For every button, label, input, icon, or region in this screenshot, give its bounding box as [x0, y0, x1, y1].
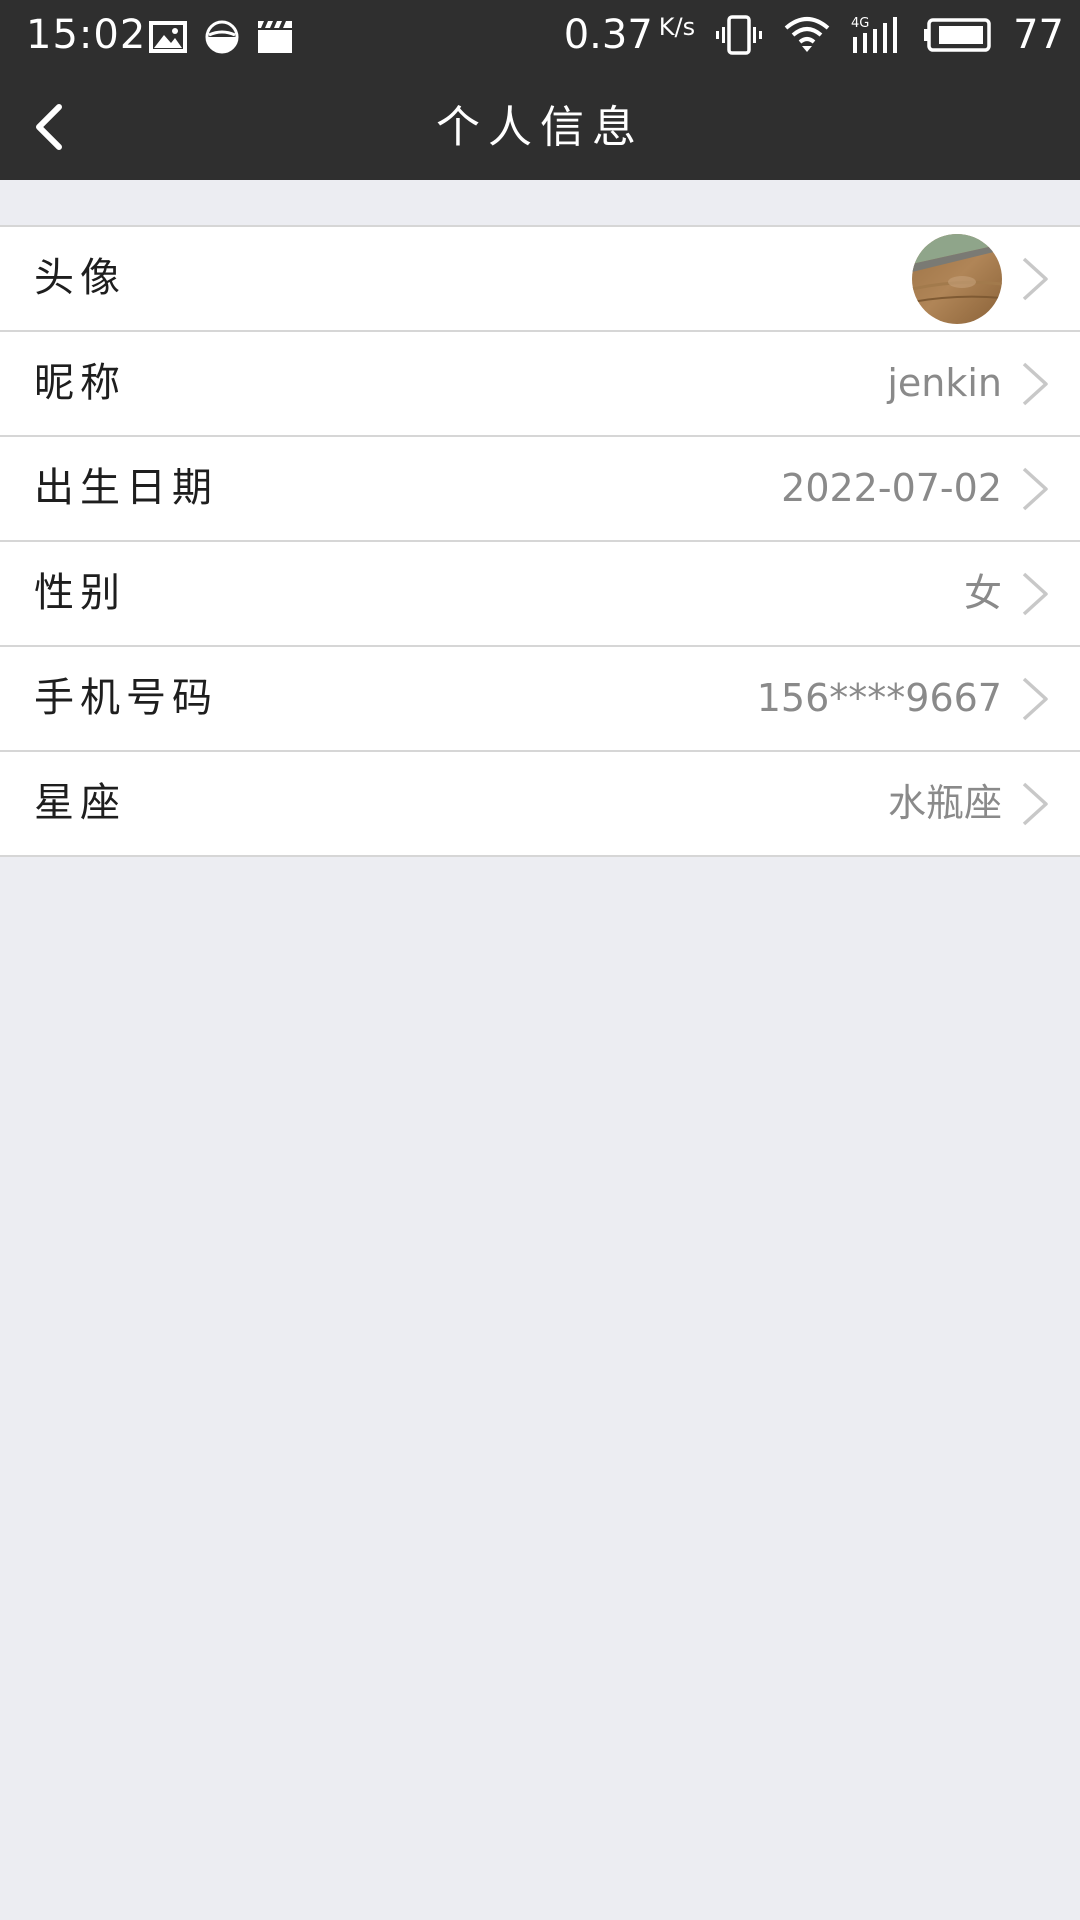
clapperboard-icon	[256, 20, 294, 54]
phone-row[interactable]: 手机号码 156****9667	[0, 647, 1080, 752]
vibrate-icon	[715, 15, 763, 55]
chevron-right-icon	[1020, 257, 1050, 301]
gender-row[interactable]: 性别 女	[0, 542, 1080, 647]
title-bar: 个人信息	[0, 72, 1080, 180]
chevron-right-icon	[1020, 782, 1050, 826]
zodiac-label: 星座	[34, 780, 126, 826]
birthdate-value: 2022-07-02	[781, 466, 1002, 510]
status-bar: 15:02 0.37 K/s 4G 77	[0, 0, 1080, 72]
status-time: 15:02	[26, 12, 147, 58]
data-saver-icon	[204, 19, 240, 55]
zodiac-row[interactable]: 星座 水瓶座	[0, 752, 1080, 857]
page-title: 个人信息	[436, 102, 644, 153]
nickname-label: 昵称	[34, 360, 126, 406]
zodiac-value: 水瓶座	[887, 781, 1002, 825]
network-speed-unit: K/s	[658, 13, 696, 41]
avatar-row[interactable]: 头像	[0, 227, 1080, 332]
chevron-right-icon	[1020, 572, 1050, 616]
phone-label: 手机号码	[34, 675, 218, 721]
notification-icons	[148, 18, 294, 56]
profile-list: 头像 昵称 jenkin 出生日期 2022-07-02 性别 女 手机号码 1…	[0, 225, 1080, 857]
birthdate-label: 出生日期	[34, 465, 218, 511]
battery-level: 77	[1013, 12, 1064, 58]
image-icon	[148, 20, 188, 54]
gender-label: 性别	[34, 570, 126, 616]
phone-value: 156****9667	[756, 676, 1002, 720]
network-speed-value: 0.37	[563, 12, 653, 58]
network-speed: 0.37 K/s	[564, 12, 695, 58]
nickname-row[interactable]: 昵称 jenkin	[0, 332, 1080, 437]
wifi-icon	[783, 16, 831, 54]
gender-value: 女	[963, 571, 1002, 615]
birthdate-row[interactable]: 出生日期 2022-07-02	[0, 437, 1080, 542]
nickname-value: jenkin	[887, 361, 1002, 405]
avatar-label: 头像	[34, 255, 126, 301]
svg-text:4G: 4G	[851, 16, 869, 31]
chevron-right-icon	[1020, 467, 1050, 511]
avatar	[912, 234, 1002, 324]
signal-4g-icon: 4G	[851, 15, 903, 55]
chevron-right-icon	[1020, 677, 1050, 721]
battery-icon	[923, 17, 993, 53]
status-right: 0.37 K/s 4G 77	[564, 12, 1064, 58]
chevron-right-icon	[1020, 362, 1050, 406]
